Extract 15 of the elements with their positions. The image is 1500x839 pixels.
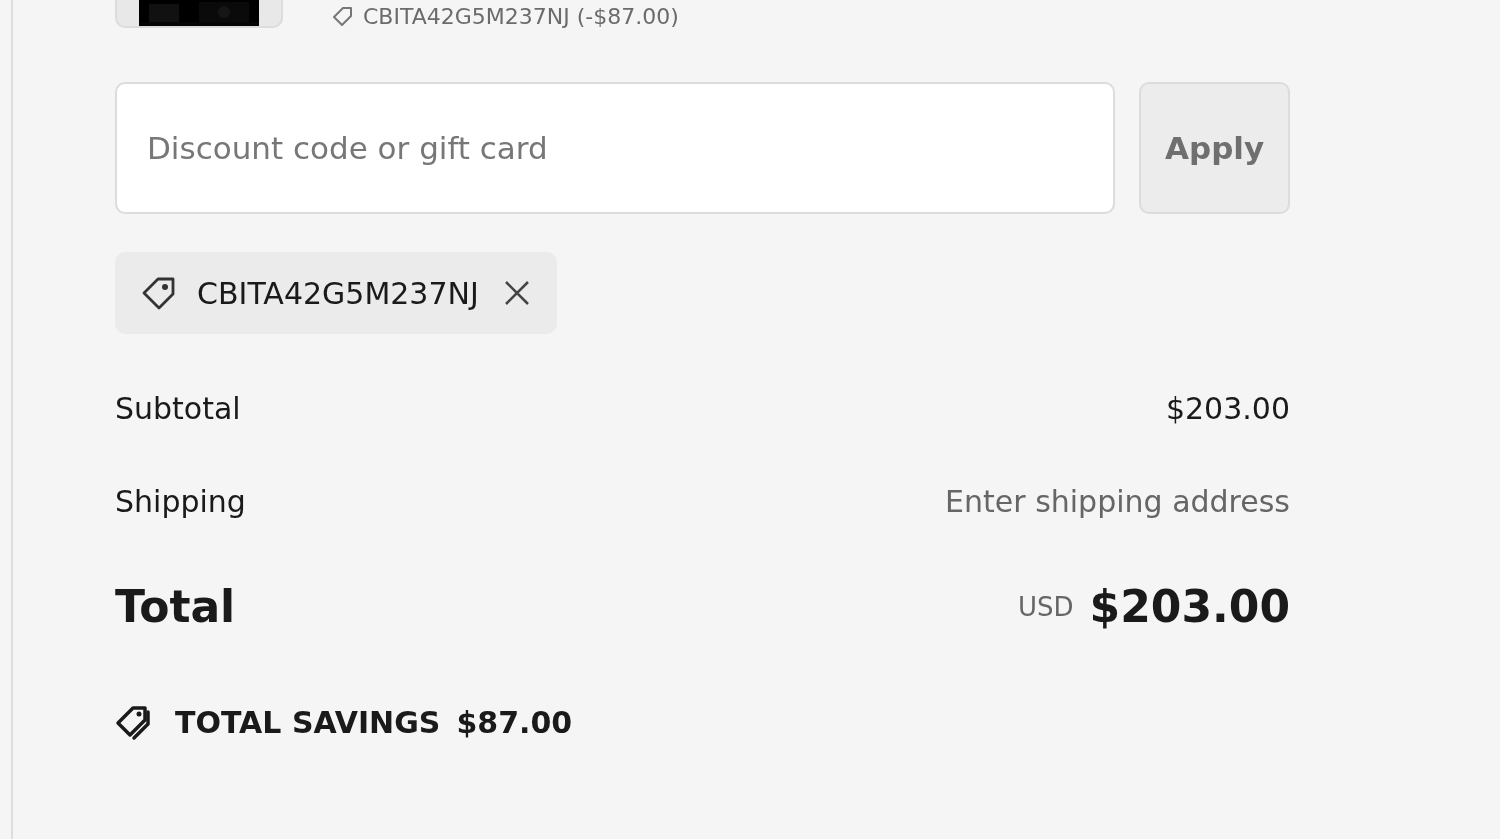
- discount-code: CBITA42G5M237NJ: [197, 274, 479, 313]
- savings-label: TOTAL SAVINGS: [175, 704, 441, 742]
- summary-amount: $203.00: [1165, 390, 1290, 428]
- discount-label: CBITA42G5M237NJ (-$87.00): [363, 3, 679, 31]
- savings-amount: $87.00: [456, 704, 573, 742]
- close-icon: [502, 279, 531, 307]
- total-label: Total: [115, 580, 236, 634]
- tag-icon: [331, 4, 355, 29]
- total-amount: $203.00: [1089, 580, 1290, 634]
- summary-label: Shipping: [115, 483, 246, 521]
- summary-label: Subtotal: [115, 390, 241, 428]
- remove-button[interactable]: [502, 279, 531, 307]
- discount-field[interactable]: Discount code or gift card: [115, 82, 1116, 214]
- shipping-hint: Enter shipping address: [945, 483, 1290, 521]
- currency-code: USD: [1018, 590, 1074, 624]
